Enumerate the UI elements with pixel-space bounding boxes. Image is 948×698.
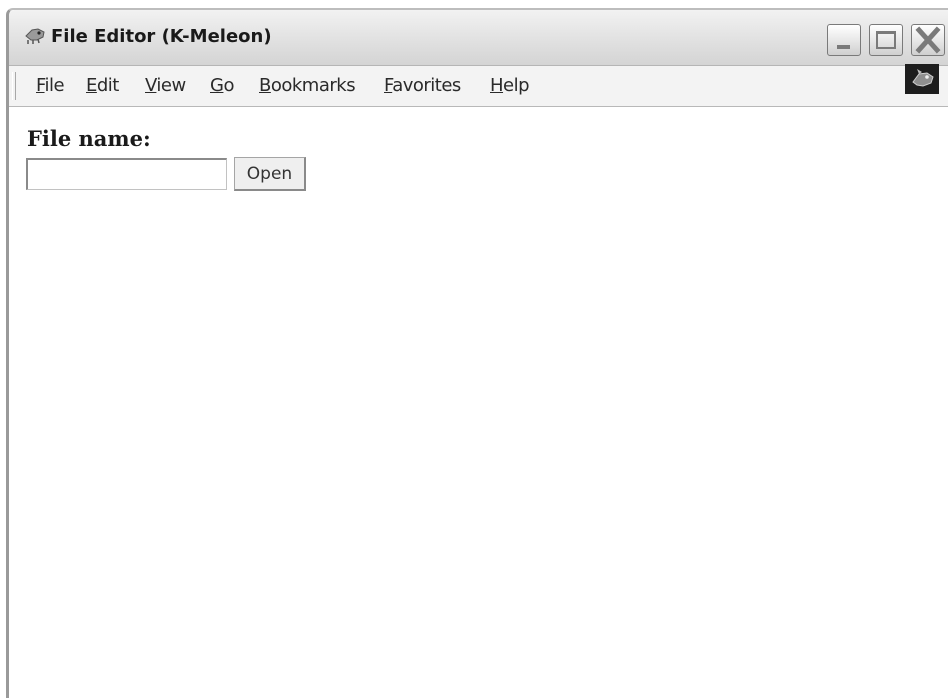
menu-bookmarks[interactable]: Bookmarks — [259, 75, 356, 96]
browser-window: File Editor (K-Meleon) File Edit View Go… — [6, 8, 948, 698]
file-name-input[interactable] — [26, 158, 227, 190]
menu-go[interactable]: Go — [210, 75, 234, 96]
file-name-label: File name: — [27, 126, 151, 151]
menu-view[interactable]: View — [145, 75, 186, 96]
title-bar[interactable]: File Editor (K-Meleon) — [9, 10, 948, 66]
window-title: File Editor (K-Meleon) — [51, 26, 272, 47]
menu-bar: File Edit View Go Bookmarks Favorites He… — [9, 66, 948, 107]
minimize-button[interactable] — [827, 24, 861, 56]
menu-file[interactable]: File — [36, 75, 65, 96]
menu-favorites[interactable]: Favorites — [384, 75, 461, 96]
menubar-grip[interactable] — [12, 72, 16, 100]
page-content: File name: Open — [9, 107, 948, 698]
maximize-icon — [876, 31, 896, 49]
close-button[interactable] — [911, 24, 945, 56]
menu-edit[interactable]: Edit — [86, 75, 119, 96]
k-meleon-app-icon — [24, 25, 46, 45]
minimize-icon — [837, 45, 850, 49]
menu-help[interactable]: Help — [490, 75, 530, 96]
close-icon — [915, 26, 941, 54]
chameleon-throbber-icon — [905, 64, 939, 94]
open-button[interactable]: Open — [234, 157, 306, 191]
maximize-button[interactable] — [869, 24, 903, 56]
